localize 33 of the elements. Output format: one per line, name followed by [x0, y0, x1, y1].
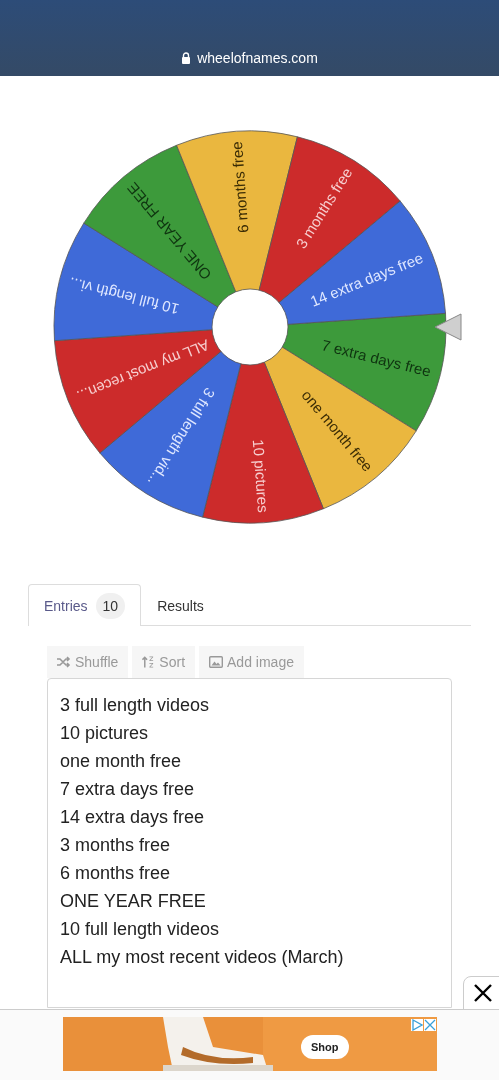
tab[interactable]: Results	[141, 584, 220, 626]
entry-line: one month free	[60, 750, 183, 773]
entry-line: 6 months free	[60, 862, 172, 885]
pointer-icon	[434, 312, 462, 342]
tab[interactable]: Entries 10	[28, 584, 142, 626]
close-icon[interactable]	[424, 1019, 436, 1031]
tab-label: Entries	[44, 597, 88, 614]
shuffle-icon	[57, 656, 71, 668]
entry-line: 14 extra days free	[60, 806, 206, 829]
wheel-hub[interactable]	[211, 288, 288, 366]
entry-line: 3 months free	[60, 834, 172, 857]
slice-label: 10 pictures	[249, 438, 272, 514]
entry-line: 3 full length videos	[60, 694, 211, 717]
entry-line: 10 pictures	[60, 722, 150, 745]
slice-label: 10 full length vi...	[66, 274, 181, 318]
shop-button[interactable]: Shop	[301, 1035, 349, 1059]
image-icon	[209, 656, 224, 668]
slice-label: 14 extra days free	[307, 249, 425, 310]
url-text[interactable]: wheelofnames.com	[197, 50, 318, 66]
entry-line: ONE YEAR FREE	[60, 890, 207, 913]
entry-line: 10 full length videos	[60, 918, 221, 941]
close-icon	[473, 983, 493, 1003]
slice-label: 6 months free	[227, 140, 251, 234]
sort-icon	[142, 655, 156, 669]
close-button[interactable]	[463, 976, 499, 1010]
count-badge: 10	[95, 592, 126, 619]
tab-label: Results	[157, 597, 204, 614]
slice-label: 7 extra days free	[319, 336, 433, 380]
entry-line: ALL my most recent videos (March)	[60, 946, 345, 969]
entries-field[interactable]: 3 full length videos 10 pictures one month free 7 extra days free 14 extra days free 3 months free 6 months free ONE YEAR FREE 10 full length videos ALL my most recent videos (March)	[47, 678, 452, 1008]
entry-line: 7 extra days free	[60, 778, 196, 801]
play-icon[interactable]	[411, 1019, 423, 1031]
lock-icon	[181, 52, 192, 64]
